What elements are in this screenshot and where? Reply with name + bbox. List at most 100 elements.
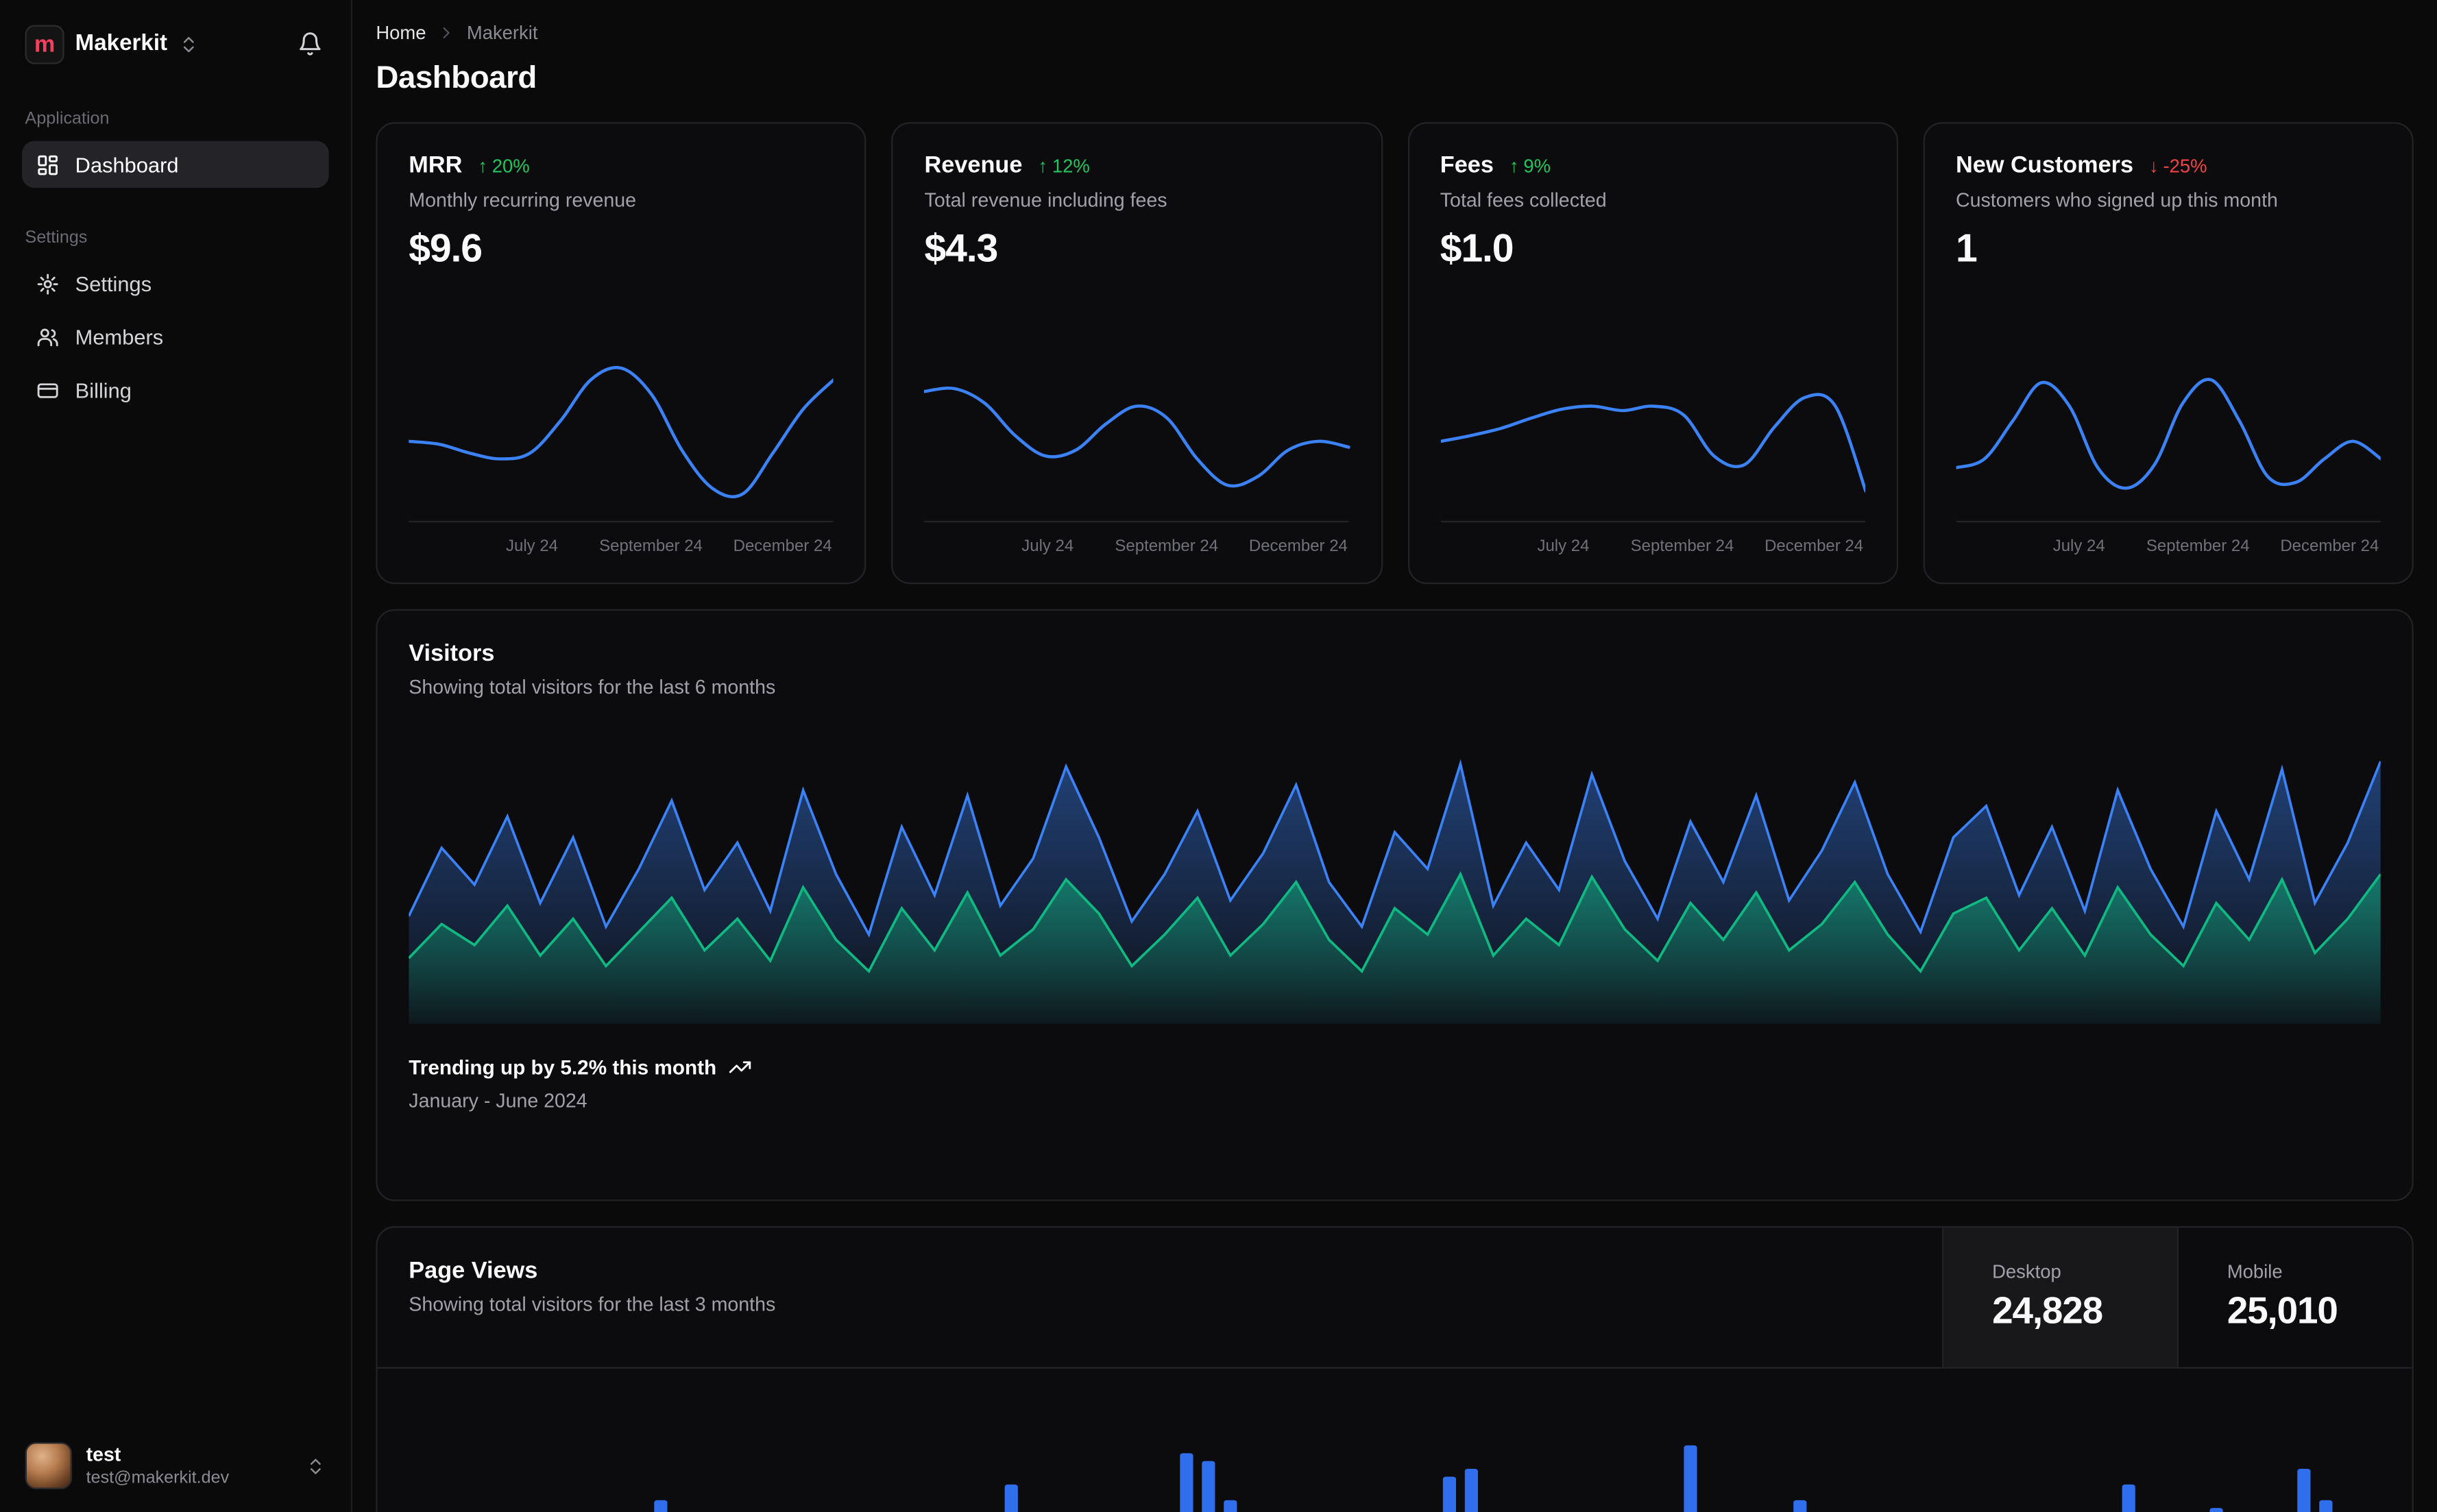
- breadcrumb: Home Makerkit: [376, 22, 2413, 44]
- page-views-header: Page Views Showing total visitors for th…: [377, 1228, 2412, 1369]
- mrr-sparkline-chart: [409, 351, 834, 523]
- sidebar-item-settings[interactable]: Settings: [22, 260, 329, 307]
- chevron-right-icon: [443, 27, 450, 38]
- fees-sparkline-chart: [1440, 351, 1865, 523]
- sidebar-item-billing[interactable]: Billing: [22, 367, 329, 414]
- axis-tick: December 24: [2280, 537, 2379, 557]
- nav-section-label-settings: Settings: [25, 228, 88, 247]
- trend-value: -25%: [2163, 154, 2207, 177]
- nav-section-label-application: Application: [25, 109, 110, 129]
- stat-cards-row: MRR ↑ 20% Monthly recurring revenue $9.6…: [376, 122, 2414, 585]
- stat-value: 24,828: [1992, 1290, 2103, 1333]
- page-title: Dashboard: [376, 61, 537, 96]
- axis-tick: July 24: [1021, 537, 1074, 557]
- x-axis-labels: July 24 September 24 December 24: [409, 537, 834, 561]
- trend-up-icon: ↑: [1038, 154, 1047, 177]
- x-axis-labels: July 24 September 24 December 24: [925, 537, 1350, 561]
- axis-tick: September 24: [1630, 537, 1734, 557]
- trend-badge: ↑ 12%: [1038, 154, 1089, 176]
- stat-card-new-customers: New Customers ↓ -25% Customers who signe…: [1923, 122, 2414, 585]
- axis-tick: July 24: [505, 537, 559, 557]
- visitors-area-chart: [409, 724, 2381, 1025]
- trend-up-icon: ↑: [1509, 154, 1519, 177]
- trend-value: 20%: [492, 154, 530, 177]
- sidebar-item-label: Dashboard: [75, 152, 179, 177]
- workspace-name: Makerkit: [75, 31, 168, 57]
- trend-badge: ↑ 20%: [478, 154, 529, 176]
- notifications-button[interactable]: [291, 25, 329, 63]
- workspace-switcher[interactable]: m Makerkit: [22, 21, 202, 66]
- breadcrumb-current[interactable]: Makerkit: [467, 22, 538, 44]
- trend-value: 12%: [1052, 154, 1090, 177]
- page-views-bar-chart: [654, 1445, 2333, 1512]
- user-email: test@makerkit.dev: [86, 1469, 230, 1488]
- stat-value: $9.6: [409, 227, 483, 271]
- gear-icon: [37, 273, 58, 294]
- axis-tick: December 24: [1248, 537, 1348, 557]
- stat-value: 1: [1956, 227, 1978, 271]
- stat-subtitle: Monthly recurring revenue: [409, 189, 637, 212]
- stat-value: $4.3: [924, 227, 999, 271]
- page-views-toggle-desktop[interactable]: Desktop 24,828: [1942, 1228, 2177, 1367]
- user-name: test: [86, 1443, 121, 1466]
- stat-subtitle: Total fees collected: [1440, 189, 1607, 212]
- user-meta: test test@makerkit.dev: [86, 1443, 229, 1487]
- visitors-title: Visitors: [409, 640, 495, 668]
- page-views-card: Page Views Showing total visitors for th…: [376, 1226, 2414, 1512]
- trend-badge: ↑ 9%: [1510, 154, 1551, 176]
- stat-card-mrr: MRR ↑ 20% Monthly recurring revenue $9.6…: [376, 122, 867, 585]
- stat-value: $1.0: [1440, 227, 1514, 271]
- stat-title: Fees: [1440, 151, 1494, 179]
- credit-card-icon: [37, 382, 58, 398]
- avatar: [25, 1442, 73, 1489]
- sidebar-nav: Dashboard Settings Settings Members Bill…: [21, 141, 329, 414]
- x-axis-labels: July 24 September 24 December 24: [1440, 537, 1865, 561]
- users-icon: [37, 328, 58, 346]
- page-views-toggle-mobile[interactable]: Mobile 25,010: [2177, 1228, 2412, 1367]
- trend-down-icon: ↓: [2148, 154, 2159, 177]
- main-content: Home Makerkit Dashboard MRR ↑ 20% Monthl…: [352, 0, 2437, 1512]
- visitors-date-range: January - June 2024: [409, 1090, 587, 1112]
- stat-label: Desktop: [1992, 1260, 2061, 1283]
- user-menu[interactable]: test test@makerkit.dev: [16, 1435, 335, 1497]
- x-axis-labels: July 24 September 24 December 24: [1956, 537, 2381, 561]
- layout-dashboard-icon: [38, 154, 58, 175]
- revenue-sparkline-chart: [925, 351, 1350, 523]
- page-views-title: Page Views: [409, 1257, 538, 1284]
- stat-value: 25,010: [2227, 1290, 2338, 1333]
- visitors-footer: Trending up by 5.2% this month January -…: [409, 1056, 2380, 1112]
- breadcrumb-home-link[interactable]: Home: [376, 22, 426, 44]
- stat-title: New Customers: [1956, 151, 2134, 179]
- stat-card-revenue: Revenue ↑ 12% Total revenue including fe…: [891, 122, 1383, 585]
- sidebar-item-members[interactable]: Members: [22, 313, 329, 361]
- stat-title: Revenue: [924, 151, 1023, 179]
- app-logo: m: [25, 24, 64, 64]
- visitors-trend-text: Trending up by 5.2% this month: [409, 1055, 717, 1080]
- visitors-subtitle: Showing total visitors for the last 6 mo…: [409, 676, 776, 698]
- axis-tick: July 24: [1537, 537, 1590, 557]
- new-customers-sparkline-chart: [1956, 351, 2381, 523]
- trend-up-icon: ↑: [478, 154, 487, 177]
- sidebar-item-label: Billing: [75, 378, 132, 402]
- axis-tick: December 24: [1765, 537, 1864, 557]
- axis-tick: September 24: [1115, 537, 1219, 557]
- chevrons-up-down-icon: [310, 1458, 321, 1474]
- axis-tick: July 24: [2052, 537, 2105, 557]
- axis-tick: September 24: [2146, 537, 2250, 557]
- visitors-card: Visitors Showing total visitors for the …: [376, 609, 2414, 1202]
- sidebar-header: m Makerkit: [22, 19, 329, 69]
- stat-subtitle: Customers who signed up this month: [1956, 189, 2278, 212]
- chevrons-up-down-icon: [183, 36, 194, 52]
- axis-tick: December 24: [733, 537, 832, 557]
- trend-badge: ↓ -25%: [2149, 154, 2207, 176]
- sidebar-item-dashboard[interactable]: Dashboard: [21, 141, 329, 188]
- stat-subtitle: Total revenue including fees: [924, 189, 1167, 212]
- page-views-subtitle: Showing total visitors for the last 3 mo…: [409, 1293, 776, 1316]
- trend-value: 9%: [1523, 154, 1551, 177]
- trending-up-icon: [729, 1061, 752, 1073]
- sidebar-item-label: Settings: [75, 271, 152, 295]
- stat-label: Mobile: [2227, 1260, 2283, 1283]
- stat-title: MRR: [409, 151, 463, 179]
- sidebar: m Makerkit Application Dashboard Setting…: [0, 0, 353, 1512]
- app-root: m Makerkit Application Dashboard Setting…: [0, 0, 2437, 1512]
